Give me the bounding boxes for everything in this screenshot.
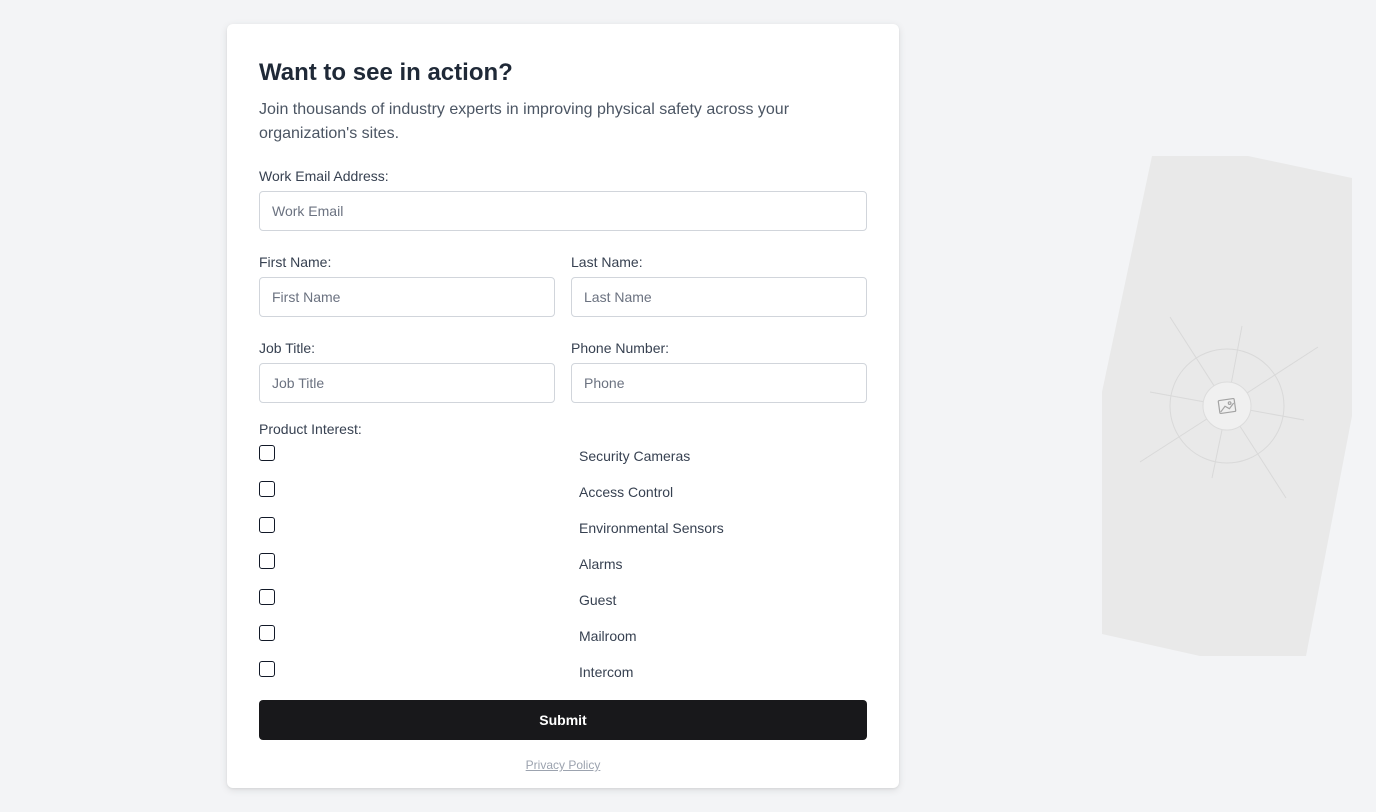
security-cameras-label[interactable]: Security Cameras [579, 447, 690, 465]
image-placeholder [1102, 156, 1352, 656]
environmental-sensors-label[interactable]: Environmental Sensors [579, 519, 724, 537]
last-name-label: Last Name: [571, 254, 643, 270]
phone-group: Phone Number: [571, 339, 867, 403]
first-name-group: First Name: [259, 253, 555, 317]
job-title-group: Job Title: [259, 339, 555, 403]
mailroom-checkbox[interactable] [259, 625, 275, 641]
job-title-label: Job Title: [259, 340, 316, 356]
security-cameras-checkbox[interactable] [259, 445, 275, 461]
product-interest-list: Security Cameras Access Control Environm… [259, 440, 867, 692]
privacy-policy-link[interactable]: Privacy Policy [526, 758, 601, 772]
access-control-label[interactable]: Access Control [579, 483, 673, 501]
job-phone-row: Job Title: Phone Number: [259, 339, 867, 403]
guest-label[interactable]: Guest [579, 591, 616, 609]
privacy-policy-wrap: Privacy Policy [259, 756, 867, 774]
submit-button[interactable]: Submit [259, 700, 867, 740]
interest-option-access-control: Access Control [259, 476, 867, 512]
interest-option-environmental-sensors: Environmental Sensors [259, 512, 867, 548]
email-group: Work Email Address: [259, 167, 867, 231]
page: Want to see in action? Join thousands of… [0, 0, 1376, 812]
phone-label: Phone Number: [571, 340, 670, 356]
form-subtitle: Join thousands of industry experts in im… [259, 101, 790, 142]
first-name-label: First Name: [259, 254, 332, 270]
interest-option-alarms: Alarms [259, 548, 867, 584]
access-control-checkbox[interactable] [259, 481, 275, 497]
email-field[interactable] [259, 191, 867, 231]
first-name-field[interactable] [259, 277, 555, 317]
alarms-checkbox[interactable] [259, 553, 275, 569]
interest-option-security-cameras: Security Cameras [259, 440, 867, 476]
job-title-field[interactable] [259, 363, 555, 403]
alarms-label[interactable]: Alarms [579, 555, 623, 573]
product-interest-group: Product Interest: Security Cameras Acces… [259, 420, 867, 692]
environmental-sensors-checkbox[interactable] [259, 517, 275, 533]
image-placeholder-badge [1202, 381, 1252, 431]
email-label: Work Email Address: [259, 168, 389, 184]
intercom-checkbox[interactable] [259, 661, 275, 677]
mailroom-label[interactable]: Mailroom [579, 627, 637, 645]
demo-request-card: Want to see in action? Join thousands of… [227, 24, 899, 788]
last-name-group: Last Name: [571, 253, 867, 317]
interest-option-intercom: Intercom [259, 656, 867, 692]
name-row: First Name: Last Name: [259, 253, 867, 317]
product-interest-label: Product Interest: [259, 421, 362, 437]
guest-checkbox[interactable] [259, 589, 275, 605]
form-title: Want to see in action? [259, 59, 513, 86]
interest-option-guest: Guest [259, 584, 867, 620]
last-name-field[interactable] [571, 277, 867, 317]
phone-field[interactable] [571, 363, 867, 403]
interest-option-mailroom: Mailroom [259, 620, 867, 656]
intercom-label[interactable]: Intercom [579, 663, 633, 681]
